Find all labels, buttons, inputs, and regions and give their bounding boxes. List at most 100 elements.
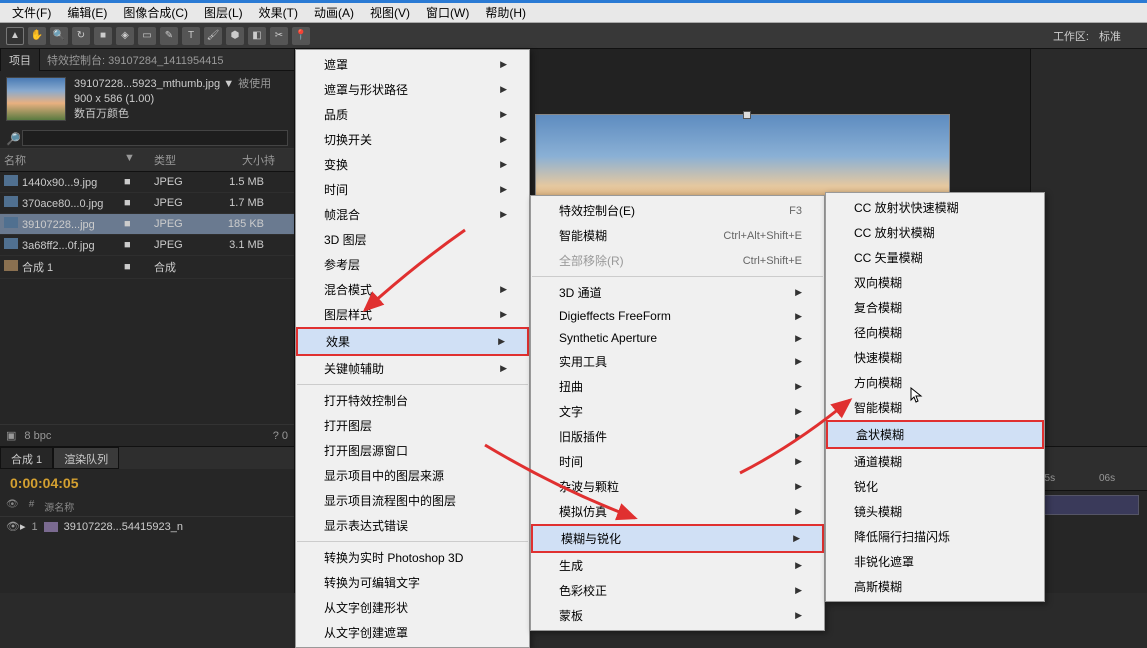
menu-item[interactable]: 径向模糊	[826, 320, 1044, 345]
menu-item[interactable]: 混合模式▶	[296, 277, 529, 302]
col-size[interactable]: 大小	[209, 152, 264, 168]
menu-item[interactable]: Synthetic Aperture▶	[531, 327, 824, 349]
tool-selection[interactable]: ▲	[6, 27, 24, 45]
menu-item[interactable]: 双向模糊	[826, 270, 1044, 295]
tl-tab-comp[interactable]: 合成 1	[0, 447, 53, 469]
file-row[interactable]: 3a68ff2...0f.jpg■JPEG3.1 MB	[0, 235, 294, 256]
menu-item[interactable]: 从文字创建遮罩	[296, 620, 529, 645]
menu-item[interactable]: 复合模糊	[826, 295, 1044, 320]
menu-item[interactable]: 效果▶	[296, 327, 529, 356]
file-row[interactable]: 1440x90...9.jpg■JPEG1.5 MB	[0, 172, 294, 193]
menu-item[interactable]: 模糊与锐化▶	[531, 524, 824, 553]
menu-item[interactable]: 特效控制台(E)F3	[531, 198, 824, 223]
menu-item[interactable]: Digieffects FreeForm▶	[531, 305, 824, 327]
menu-item[interactable]: 非锐化遮罩	[826, 549, 1044, 574]
menu-item[interactable]: 通道模糊	[826, 449, 1044, 474]
menu-item[interactable]: CC 矢量模糊	[826, 245, 1044, 270]
menu-item[interactable]: 实用工具▶	[531, 349, 824, 374]
tool-hand[interactable]: ✋	[28, 27, 46, 45]
menu-item[interactable]: 关键帧辅助▶	[296, 356, 529, 381]
tool-stamp[interactable]: ⬢	[226, 27, 244, 45]
col-type[interactable]: 类型	[154, 152, 209, 168]
current-time[interactable]: 0:00:04:05	[0, 469, 294, 497]
menu-item[interactable]: 色彩校正▶	[531, 578, 824, 603]
menu-effect[interactable]: 效果(T)	[251, 2, 306, 23]
menu-item[interactable]: 图层样式▶	[296, 302, 529, 327]
tool-rect[interactable]: ▭	[138, 27, 156, 45]
tab-project[interactable]: 项目	[0, 48, 40, 71]
menu-item[interactable]: 盒状模糊	[826, 420, 1044, 449]
menu-item[interactable]: 打开图层源窗口	[296, 438, 529, 463]
menu-layer[interactable]: 图层(L)	[196, 2, 251, 23]
menu-item[interactable]: 转换为实时 Photoshop 3D	[296, 545, 529, 570]
menu-item[interactable]: 文字▶	[531, 399, 824, 424]
menu-item[interactable]: 方向模糊	[826, 370, 1044, 395]
menu-item[interactable]: 显示项目中的图层来源	[296, 463, 529, 488]
menu-item[interactable]: 显示表达式错误	[296, 513, 529, 538]
timeline-layer-row[interactable]: 👁 ▸ 1 39107228...54415923_n	[0, 517, 294, 536]
tool-camera[interactable]: ■	[94, 27, 112, 45]
menu-file[interactable]: 文件(F)	[4, 2, 59, 23]
menu-item[interactable]: 时间▶	[296, 177, 529, 202]
menu-composition[interactable]: 图像合成(C)	[115, 2, 196, 23]
menu-item[interactable]: 快速模糊	[826, 345, 1044, 370]
menu-item[interactable]: 蒙板▶	[531, 603, 824, 628]
bpc-icon[interactable]: ▣	[6, 429, 16, 442]
tool-anchor[interactable]: ◈	[116, 27, 134, 45]
tool-eraser[interactable]: ◧	[248, 27, 266, 45]
tool-pen[interactable]: ✎	[160, 27, 178, 45]
menu-item[interactable]: 镜头模糊	[826, 499, 1044, 524]
menu-item[interactable]: 帧混合▶	[296, 202, 529, 227]
tool-brush[interactable]: 🖌	[204, 27, 222, 45]
menu-item[interactable]: 切换开关▶	[296, 127, 529, 152]
menu-item[interactable]: 品质▶	[296, 102, 529, 127]
menu-item[interactable]: 扭曲▶	[531, 374, 824, 399]
file-row[interactable]: 370ace80...0.jpg■JPEG1.7 MB	[0, 193, 294, 214]
menu-item[interactable]: 智能模糊Ctrl+Alt+Shift+E	[531, 223, 824, 248]
col-extra[interactable]: 持	[264, 152, 275, 168]
menu-item[interactable]: 遮罩▶	[296, 52, 529, 77]
menu-item[interactable]: CC 放射状快速模糊	[826, 195, 1044, 220]
menu-item[interactable]: 打开特效控制台	[296, 388, 529, 413]
bpc-label[interactable]: 8 bpc	[24, 430, 51, 442]
footer-pct: ? 0	[273, 430, 288, 442]
menu-item[interactable]: 打开图层	[296, 413, 529, 438]
file-row[interactable]: 合成 1■合成	[0, 256, 294, 279]
menu-item[interactable]: 从文字创建形状	[296, 595, 529, 620]
menu-item[interactable]: 显示项目流程图中的图层	[296, 488, 529, 513]
menu-item[interactable]: 模拟仿真▶	[531, 499, 824, 524]
menu-item[interactable]: CC 放射状模糊	[826, 220, 1044, 245]
tool-zoom[interactable]: 🔍	[50, 27, 68, 45]
menu-edit[interactable]: 编辑(E)	[59, 2, 115, 23]
eye-icon[interactable]: 👁	[6, 520, 20, 533]
file-row[interactable]: 39107228...jpg■JPEG185 KB	[0, 214, 294, 235]
tool-puppet[interactable]: 📍	[292, 27, 310, 45]
col-label[interactable]: ▼	[124, 152, 154, 168]
menu-item[interactable]: 高斯模糊	[826, 574, 1044, 599]
menu-item[interactable]: 生成▶	[531, 553, 824, 578]
menu-item[interactable]: 3D 通道▶	[531, 280, 824, 305]
tool-roto[interactable]: ✂	[270, 27, 288, 45]
tl-tab-render[interactable]: 渲染队列	[53, 447, 119, 469]
tab-effects[interactable]: 特效控制台: 39107284_1411954415	[41, 49, 230, 71]
col-name[interactable]: 名称	[4, 152, 124, 168]
menu-item[interactable]: 3D 图层	[296, 227, 529, 252]
menu-item[interactable]: 参考层	[296, 252, 529, 277]
menu-item[interactable]: 变换▶	[296, 152, 529, 177]
menu-item[interactable]: 智能模糊	[826, 395, 1044, 420]
menu-item[interactable]: 遮罩与形状路径▶	[296, 77, 529, 102]
menu-animation[interactable]: 动画(A)	[306, 2, 362, 23]
menu-item[interactable]: 杂波与颗粒▶	[531, 474, 824, 499]
tool-text[interactable]: T	[182, 27, 200, 45]
menu-help[interactable]: 帮助(H)	[477, 2, 534, 23]
workspace-value[interactable]: 标准	[1099, 28, 1121, 44]
menu-item[interactable]: 锐化	[826, 474, 1044, 499]
menu-item[interactable]: 旧版插件▶	[531, 424, 824, 449]
menu-view[interactable]: 视图(V)	[362, 2, 418, 23]
project-search[interactable]	[22, 130, 288, 146]
menu-item[interactable]: 降低隔行扫描闪烁	[826, 524, 1044, 549]
menu-window[interactable]: 窗口(W)	[418, 2, 477, 23]
menu-item[interactable]: 转换为可编辑文字	[296, 570, 529, 595]
menu-item[interactable]: 时间▶	[531, 449, 824, 474]
tool-rotate[interactable]: ↻	[72, 27, 90, 45]
